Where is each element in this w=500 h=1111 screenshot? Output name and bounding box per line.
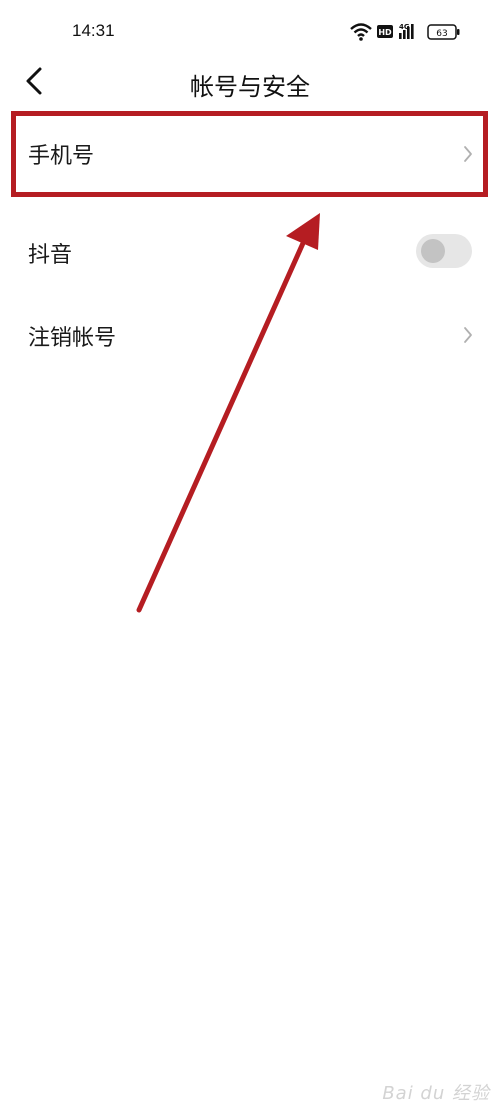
- status-time: 14:31: [72, 21, 115, 40]
- hd-label: HD: [378, 28, 392, 37]
- watermark-logo: Bai du 经验: [382, 1079, 490, 1105]
- battery-level: 63: [436, 29, 447, 39]
- toggle-knob: [421, 239, 445, 263]
- cancel-account-row[interactable]: 注销帐号: [0, 295, 500, 375]
- battery-icon: 63: [427, 24, 460, 40]
- douyin-row: 抖音: [0, 212, 500, 292]
- status-icons: HD 4G 63: [350, 20, 465, 44]
- chevron-right-icon: [464, 327, 472, 343]
- status-icon-group: HD 4G 63: [350, 23, 460, 41]
- nav-bar: 帐号与安全: [0, 55, 500, 111]
- highlight-box: [11, 111, 488, 197]
- page-title: 帐号与安全: [190, 73, 310, 101]
- douyin-label: 抖音: [28, 243, 73, 268]
- watermark-text: Bai du 经验: [382, 1083, 490, 1104]
- cancel-account-label: 注销帐号: [28, 326, 117, 351]
- douyin-toggle[interactable]: [416, 234, 472, 268]
- status-bar: 14:31 HD 4G 63: [0, 0, 500, 60]
- signal-icon: 4G: [399, 23, 414, 39]
- hd-icon: HD: [377, 25, 393, 38]
- wifi-icon: [350, 23, 372, 41]
